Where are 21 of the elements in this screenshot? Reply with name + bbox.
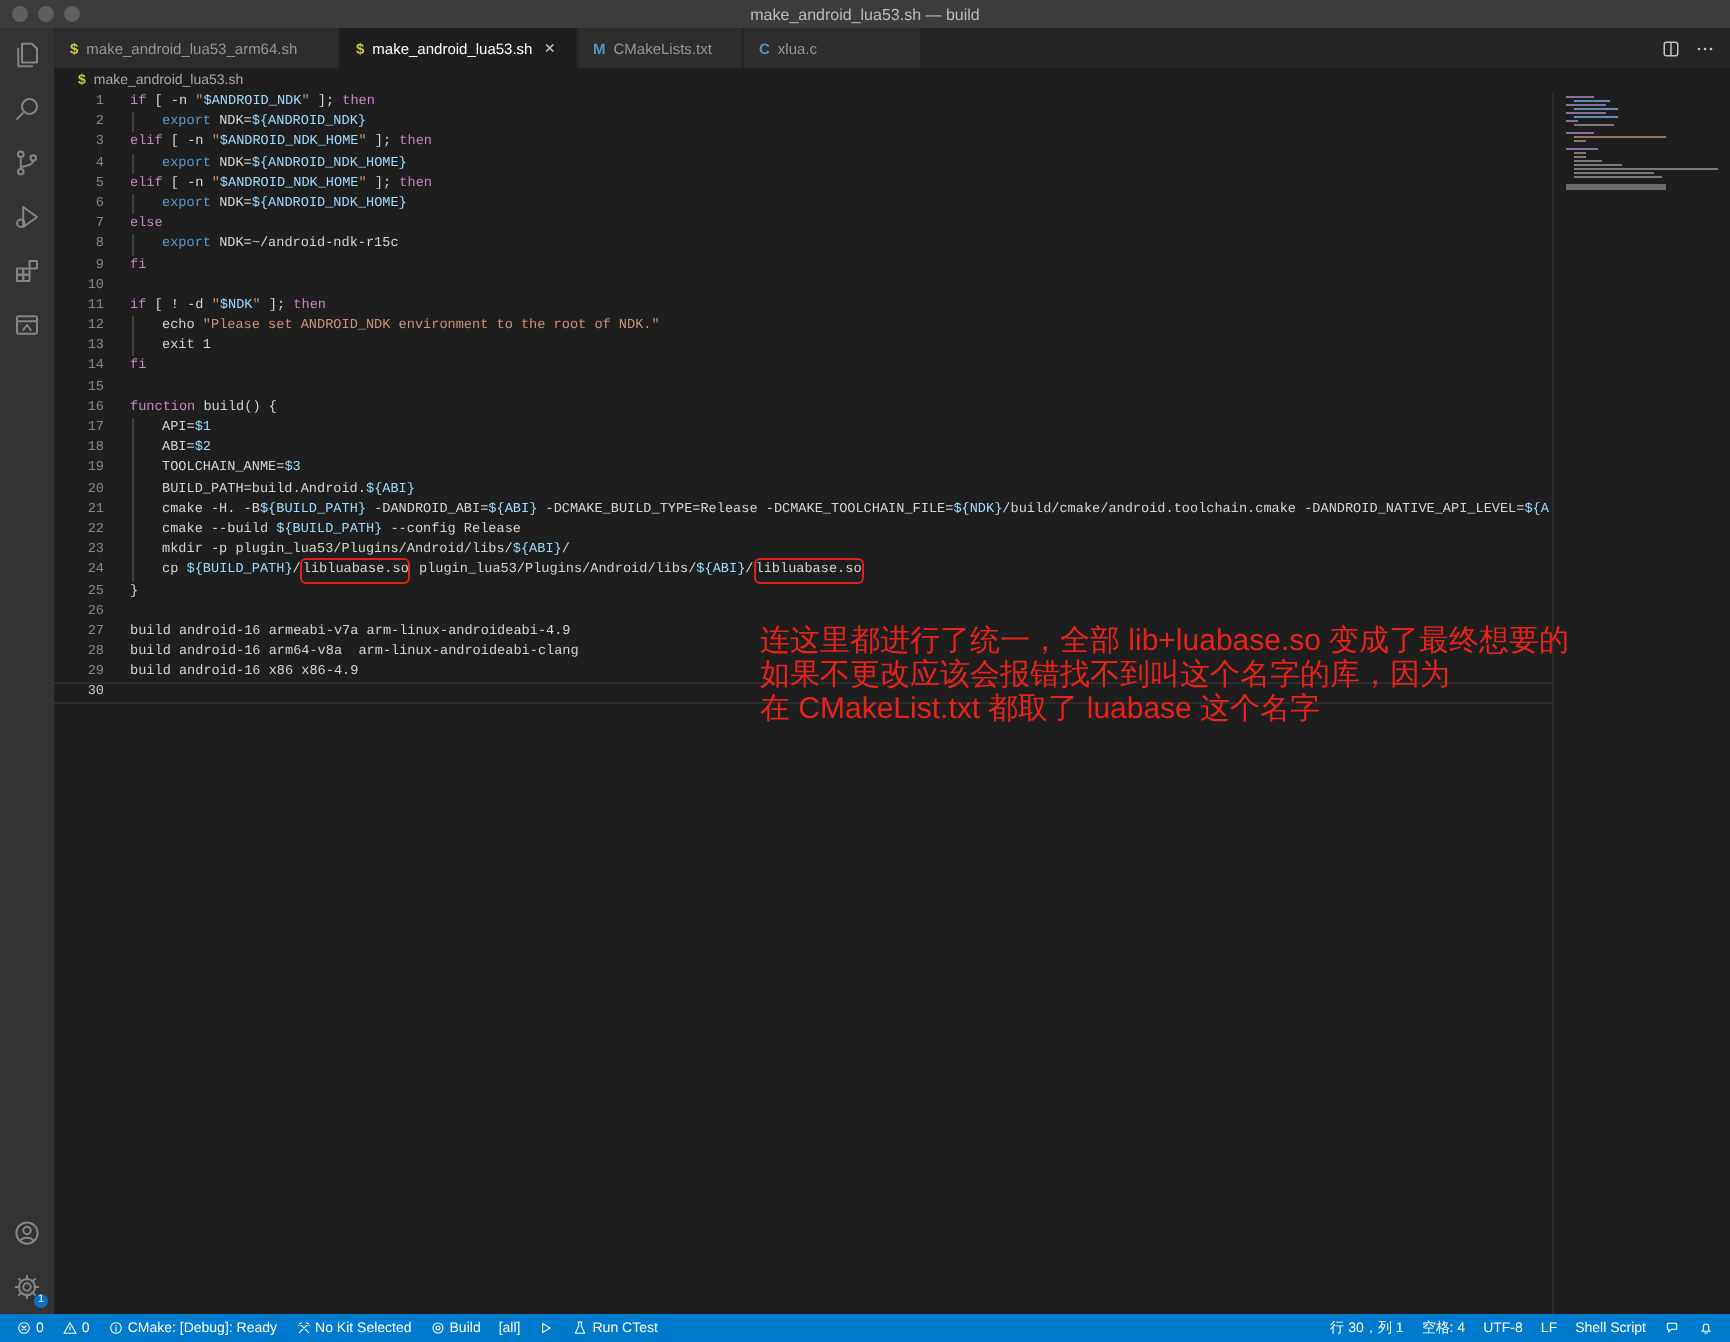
annotation-text: 连这里都进行了统一，全部 lib+luabase.so 变成了最终想要的: [760, 624, 1570, 658]
gear-icon: [429, 1320, 446, 1336]
close-icon[interactable]: ×: [544, 38, 555, 58]
annotation-text: 在 CMakeList.txt 都取了 luabase 这个名字: [760, 692, 1321, 726]
annotation-text: 如果不更改应该会报错找不到叫这个名字的库，因为: [760, 658, 1450, 692]
extensions-icon[interactable]: [12, 256, 42, 286]
minimap-drawing[interactable]: [1562, 92, 1722, 192]
search-icon[interactable]: [12, 94, 42, 124]
remote-explorer-icon[interactable]: [12, 310, 42, 340]
window-title: make_android_lua53.sh — build: [750, 5, 980, 23]
files-icon[interactable]: [12, 40, 42, 70]
tools-icon: [295, 1320, 312, 1336]
warning-icon: [61, 1320, 78, 1336]
info-icon: [107, 1320, 124, 1336]
settings-icon[interactable]: [12, 1272, 42, 1302]
run-debug-icon[interactable]: [12, 202, 42, 232]
branch-icon[interactable]: [12, 148, 42, 178]
error-icon: [16, 1320, 32, 1336]
flask-icon: [572, 1320, 589, 1336]
split-editor-icon[interactable]: [1662, 39, 1680, 57]
account-icon[interactable]: [12, 1218, 42, 1248]
